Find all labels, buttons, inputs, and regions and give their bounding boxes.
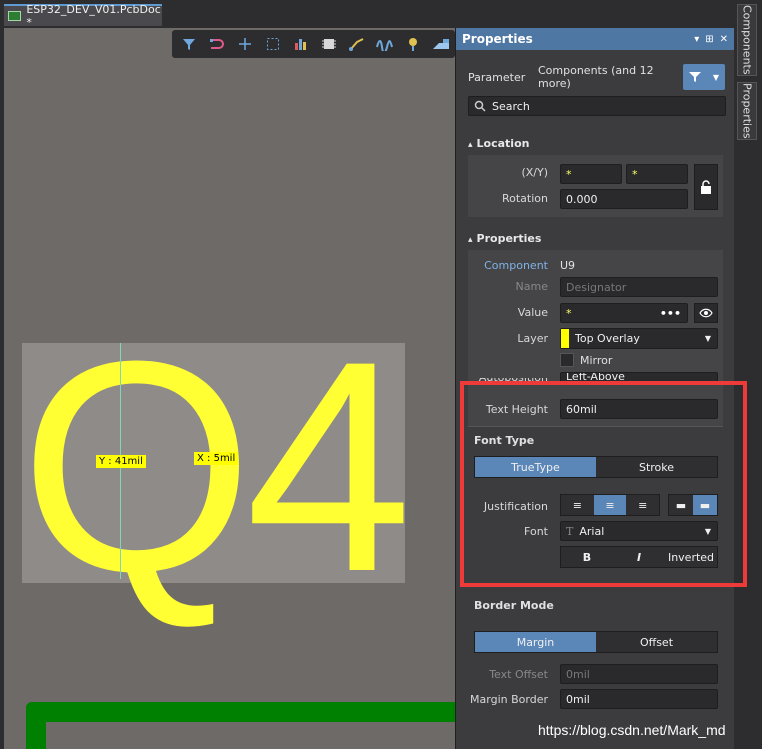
pcb-canvas[interactable]: Q4 Y : 41mil X : 5mil — [0, 28, 455, 749]
cross-icon[interactable] — [232, 32, 258, 56]
component-label[interactable]: Component — [468, 259, 548, 272]
mirror-checkbox-row[interactable]: Mirror — [560, 353, 612, 367]
margin-border-field[interactable]: 0mil — [560, 689, 718, 709]
board-outline — [26, 702, 455, 749]
chart-icon[interactable] — [288, 32, 314, 56]
components-panel-tab[interactable]: Components — [737, 4, 757, 76]
mirror-label: Mirror — [580, 353, 613, 367]
border-mode-title: Border Mode — [474, 599, 554, 612]
margin-option[interactable]: Margin — [475, 632, 596, 652]
more-icon[interactable]: ••• — [660, 307, 681, 320]
value-label: Value — [517, 306, 548, 319]
component-icon[interactable] — [316, 32, 342, 56]
route-icon[interactable] — [204, 32, 230, 56]
border-mode-toggle[interactable]: Margin Offset — [474, 631, 718, 653]
search-placeholder: Search — [492, 99, 530, 113]
filter-label: Parameter — [468, 70, 526, 84]
select-box-icon[interactable] — [260, 32, 286, 56]
properties-section-header[interactable]: Properties — [468, 232, 542, 245]
lock-icon — [701, 180, 711, 194]
text-offset-field: 0mil — [560, 664, 718, 684]
value-text: * — [566, 306, 572, 320]
panel-header: Properties ▾ ⊞ ✕ — [456, 28, 734, 50]
document-tab[interactable]: ESP32_DEV_V01.PcbDoc * — [4, 3, 162, 29]
layer-value: Top Overlay — [575, 332, 640, 345]
value-field[interactable]: * ••• — [560, 303, 688, 323]
chevron-down-icon: ▼ — [704, 334, 711, 343]
document-tab-title: ESP32_DEV_V01.PcbDoc * — [26, 3, 161, 29]
rotation-field[interactable]: 0.000 — [560, 189, 688, 209]
filter-value: Components (and 12 more) — [538, 64, 654, 90]
offset-option[interactable]: Offset — [596, 632, 717, 652]
panel-pin-icon[interactable]: ⊞ — [705, 34, 713, 45]
layer-icon[interactable] — [428, 32, 454, 56]
right-panel-rail: Components Properties — [734, 0, 762, 749]
mirror-checkbox[interactable] — [560, 353, 574, 367]
panel-close-icon[interactable]: ✕ — [720, 34, 728, 45]
x-field[interactable]: * — [560, 164, 622, 184]
document-tab-bar: ESP32_DEV_V01.PcbDoc * — [0, 0, 762, 29]
x-offset-tag: X : 5mil — [194, 452, 239, 465]
pcb-doc-icon — [8, 11, 22, 21]
location-section-title: Location — [476, 137, 530, 150]
component-value: U9 — [560, 259, 576, 272]
route-arc-icon[interactable] — [344, 32, 370, 56]
lock-button[interactable] — [694, 164, 718, 210]
search-input[interactable]: Search — [468, 96, 726, 116]
designator-text[interactable]: Q4 — [20, 316, 412, 616]
funnel-icon — [688, 72, 701, 82]
highlight-annotation — [460, 381, 747, 587]
filter-button[interactable]: ▼ — [683, 64, 725, 90]
pin-icon[interactable] — [400, 32, 426, 56]
visibility-button[interactable] — [694, 303, 718, 323]
eye-icon — [699, 308, 713, 318]
properties-panel-tab[interactable]: Properties — [737, 82, 757, 140]
rotation-label: Rotation — [501, 192, 548, 205]
name-field: Designator — [560, 277, 718, 297]
name-label: Name — [515, 280, 548, 293]
meander-icon[interactable] — [372, 32, 398, 56]
chevron-down-icon: ▼ — [712, 72, 720, 82]
panel-menu-icon[interactable]: ▾ — [694, 34, 699, 45]
margin-border-label: Margin Border — [470, 693, 548, 706]
layer-color-swatch — [561, 329, 569, 348]
xy-label: (X/Y) — [521, 166, 548, 179]
layer-select[interactable]: Top Overlay ▼ — [560, 328, 718, 349]
filter-icon[interactable] — [176, 32, 202, 56]
active-bar-toolbar — [172, 30, 455, 58]
search-icon — [474, 100, 486, 112]
layer-label: Layer — [517, 332, 548, 345]
y-field[interactable]: * — [626, 164, 688, 184]
properties-section-title: Properties — [476, 232, 542, 245]
panel-title: Properties — [462, 32, 533, 46]
y-offset-tag: Y : 41mil — [96, 455, 146, 468]
location-section-header[interactable]: Location — [468, 137, 530, 150]
watermark: https://blog.csdn.net/Mark_md — [538, 722, 726, 738]
text-offset-label: Text Offset — [489, 668, 548, 681]
